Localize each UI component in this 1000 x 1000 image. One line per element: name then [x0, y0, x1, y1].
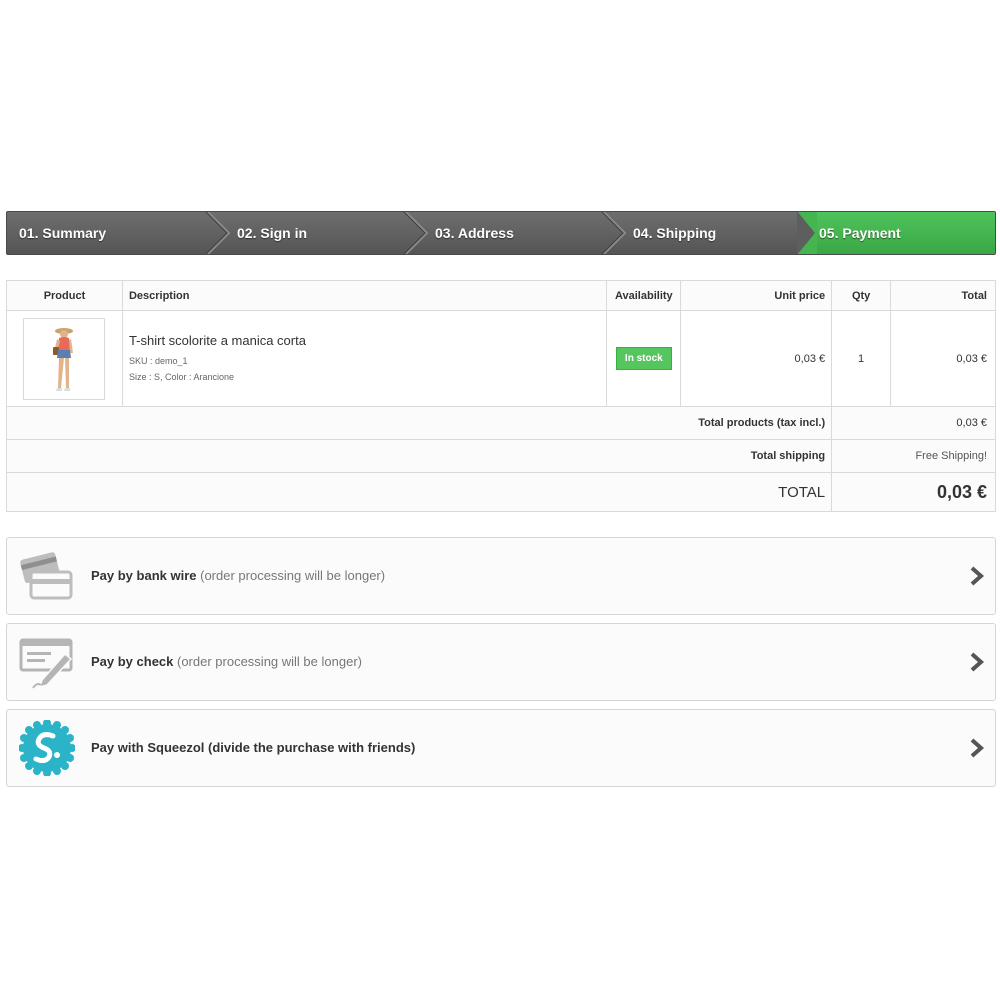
payment-label: Pay by check: [91, 654, 174, 669]
product-sku: SKU : demo_1: [128, 356, 188, 366]
line-total-value: 0,03 €: [956, 352, 987, 365]
payment-label: Pay with Squeezol (divide the purchase w…: [91, 740, 416, 755]
payment-note: (order processing will be longer): [173, 654, 362, 669]
chevron-right-icon: [970, 566, 985, 586]
table-row: TOTAL 0,03 €: [5, 472, 996, 512]
check-pen-icon: [19, 638, 73, 689]
table-row: T-shirt scolorite a manica corta SKU : d…: [6, 310, 996, 407]
step-summary[interactable]: 01. Summary: [7, 212, 205, 254]
pay-bank-wire-text: Pay by bank wire (order processing will …: [91, 538, 385, 614]
step-label: 01. Summary: [19, 225, 107, 241]
column-header-product: Product: [6, 280, 123, 311]
description-cell: T-shirt scolorite a manica corta SKU : d…: [121, 310, 608, 407]
total-cell: 0,03 €: [890, 310, 996, 407]
squeezol-logo-icon: [19, 720, 75, 776]
product-photo-icon: [53, 327, 74, 391]
pay-with-squeezol-text: Pay with Squeezol (divide the purchase w…: [91, 710, 415, 786]
step-label: 03. Address: [435, 225, 514, 241]
step-label: 04. Shipping: [633, 225, 717, 241]
qty-value: 1: [858, 352, 865, 365]
unit-price-value: 0,03 €: [794, 352, 826, 365]
step-label: 02. Sign in: [237, 225, 308, 241]
product-name-link[interactable]: T-shirt scolorite a manica corta: [129, 333, 600, 348]
unit-price-cell: 0,03 €: [680, 310, 833, 407]
chevron-right-icon: [970, 652, 985, 672]
total-products-value: 0,03 €: [831, 406, 996, 440]
pay-by-check-option[interactable]: Pay by check (order processing will be l…: [6, 623, 996, 701]
pay-bank-wire-option[interactable]: Pay by bank wire (order processing will …: [6, 537, 996, 615]
total-shipping-label: Total shipping: [5, 439, 833, 473]
in-stock-badge: In stock: [615, 347, 672, 370]
column-header-total: Total: [890, 280, 996, 311]
column-header-description: Description: [121, 280, 608, 311]
total-shipping-value: Free Shipping!: [831, 439, 996, 473]
pay-by-check-text: Pay by check (order processing will be l…: [91, 624, 362, 700]
pay-with-squeezol-option[interactable]: Pay with Squeezol (divide the purchase w…: [6, 709, 996, 787]
bank-card-icon: [20, 552, 73, 600]
step-separator-icon: [797, 212, 817, 254]
table-row: Total products (tax incl.) 0,03 €: [5, 406, 996, 440]
step-sign-in[interactable]: 02. Sign in: [225, 212, 403, 254]
cart-summary-table: Product Description Availability Unit pr…: [5, 280, 996, 512]
step-payment[interactable]: 05. Payment: [813, 212, 995, 254]
table-header-row: Product Description Availability Unit pr…: [6, 280, 996, 311]
availability-cell: In stock: [606, 310, 682, 407]
step-shipping[interactable]: 04. Shipping: [621, 212, 799, 254]
qty-cell: 1: [831, 310, 892, 407]
grand-total-label: TOTAL: [5, 472, 833, 512]
payment-note: (order processing will be longer): [196, 568, 386, 583]
column-header-unit-price: Unit price: [680, 280, 833, 311]
total-products-label: Total products (tax incl.): [5, 406, 833, 440]
column-header-qty: Qty: [831, 280, 892, 311]
column-header-availability: Availability: [606, 280, 682, 311]
step-label: 05. Payment: [819, 225, 901, 241]
table-row: Total shipping Free Shipping!: [5, 439, 996, 473]
product-cell: [6, 310, 123, 407]
product-image[interactable]: [23, 317, 106, 400]
product-attributes: Size : S, Color : Arancione: [128, 372, 235, 382]
payment-label: Pay by bank wire: [91, 568, 197, 583]
step-address[interactable]: 03. Address: [423, 212, 601, 254]
chevron-right-icon: [970, 738, 985, 758]
grand-total-value: 0,03 €: [831, 472, 996, 512]
checkout-steps: 01. Summary 02. Sign in 03. Address 04. …: [6, 211, 996, 255]
